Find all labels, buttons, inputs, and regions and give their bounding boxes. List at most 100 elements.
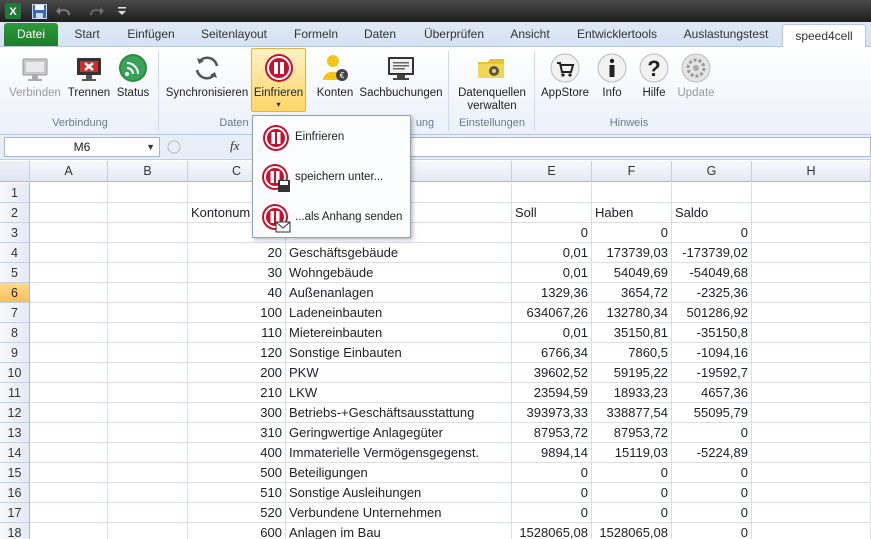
cell-c10[interactable]: 200	[188, 363, 286, 383]
name-box-dropdown-icon[interactable]: ▼	[146, 138, 155, 156]
cell-b2[interactable]	[108, 203, 188, 223]
tab-start[interactable]: Start	[64, 22, 110, 47]
cell-b3[interactable]	[108, 223, 188, 243]
cell-c8[interactable]: 110	[188, 323, 286, 343]
cell-h18[interactable]	[752, 523, 871, 539]
cell-a7[interactable]	[30, 303, 108, 323]
cell-e16[interactable]: 0	[512, 483, 592, 503]
cell-a1[interactable]	[30, 183, 108, 203]
cell-c18[interactable]: 600	[188, 523, 286, 539]
cell-d8[interactable]: Mietereinbauten	[286, 323, 512, 343]
cell-h11[interactable]	[752, 383, 871, 403]
cell-g5[interactable]: -54049,68	[672, 263, 752, 283]
row-header[interactable]: 16	[0, 483, 30, 503]
cell-e7[interactable]: 634067,26	[512, 303, 592, 323]
cell-g14[interactable]: -5224,89	[672, 443, 752, 463]
cell-c16[interactable]: 510	[188, 483, 286, 503]
cell-f11[interactable]: 18933,23	[592, 383, 672, 403]
cell-d7[interactable]: Ladeneinbauten	[286, 303, 512, 323]
cell-d6[interactable]: Außenanlagen	[286, 283, 512, 303]
column-header-f[interactable]: F	[592, 161, 672, 182]
cell-b4[interactable]	[108, 243, 188, 263]
cell-c14[interactable]: 400	[188, 443, 286, 463]
status-button[interactable]: Status	[114, 49, 152, 107]
cell-h10[interactable]	[752, 363, 871, 383]
accounts-button[interactable]: € Konten	[314, 49, 356, 107]
cell-f5[interactable]: 54049,69	[592, 263, 672, 283]
cell-g16[interactable]: 0	[672, 483, 752, 503]
cell-f10[interactable]: 59195,22	[592, 363, 672, 383]
cell-e1[interactable]	[512, 183, 592, 203]
row-header[interactable]: 8	[0, 323, 30, 343]
cell-h2[interactable]	[752, 203, 871, 223]
row-header[interactable]: 12	[0, 403, 30, 423]
column-header-a[interactable]: A	[30, 161, 108, 182]
cell-h13[interactable]	[752, 423, 871, 443]
cell-e10[interactable]: 39602,52	[512, 363, 592, 383]
tab-file[interactable]: Datei	[4, 23, 58, 46]
cell-c9[interactable]: 120	[188, 343, 286, 363]
cell-h5[interactable]	[752, 263, 871, 283]
cell-g7[interactable]: 501286,92	[672, 303, 752, 323]
row-header[interactable]: 9	[0, 343, 30, 363]
cell-b1[interactable]	[108, 183, 188, 203]
column-header-g[interactable]: G	[672, 161, 752, 182]
cell-h15[interactable]	[752, 463, 871, 483]
cell-g18[interactable]: 0	[672, 523, 752, 539]
row-header[interactable]: 4	[0, 243, 30, 263]
cell-d18[interactable]: Anlagen im Bau	[286, 523, 512, 539]
cell-h12[interactable]	[752, 403, 871, 423]
help-button[interactable]: ? Hilfe	[636, 49, 672, 107]
cell-f12[interactable]: 338877,54	[592, 403, 672, 423]
menu-item-freeze[interactable]: Einfrieren	[255, 118, 408, 156]
row-header[interactable]: 5	[0, 263, 30, 283]
cell-e14[interactable]: 9894,14	[512, 443, 592, 463]
cell-f13[interactable]: 87953,72	[592, 423, 672, 443]
cell-d10[interactable]: PKW	[286, 363, 512, 383]
row-header[interactable]: 11	[0, 383, 30, 403]
undo-icon[interactable]	[54, 2, 76, 20]
cell-h7[interactable]	[752, 303, 871, 323]
cell-c4[interactable]: 20	[188, 243, 286, 263]
cell-f1[interactable]	[592, 183, 672, 203]
cell-f3[interactable]: 0	[592, 223, 672, 243]
cell-g10[interactable]: -19592,7	[672, 363, 752, 383]
cell-b13[interactable]	[108, 423, 188, 443]
freeze-button[interactable]: Einfrieren ▾	[251, 48, 306, 112]
customize-toolbar-icon[interactable]	[114, 2, 130, 20]
cell-b7[interactable]	[108, 303, 188, 323]
tab-load-test[interactable]: Auslastungstest	[676, 22, 776, 47]
cell-a11[interactable]	[30, 383, 108, 403]
tab-page-layout[interactable]: Seitenlayout	[192, 22, 276, 47]
cell-f2[interactable]: Haben	[592, 203, 672, 223]
row-header[interactable]: 6	[0, 283, 30, 303]
row-header[interactable]: 17	[0, 503, 30, 523]
row-header[interactable]: 1	[0, 183, 30, 203]
cell-g4[interactable]: -173739,02	[672, 243, 752, 263]
cell-e9[interactable]: 6766,34	[512, 343, 592, 363]
cell-b18[interactable]	[108, 523, 188, 539]
tab-developer-tools[interactable]: Entwicklertools	[566, 22, 668, 47]
name-box[interactable]: M6 ▼	[4, 137, 160, 157]
tab-view[interactable]: Ansicht	[500, 22, 560, 47]
cell-b5[interactable]	[108, 263, 188, 283]
cell-f6[interactable]: 3654,72	[592, 283, 672, 303]
cell-f16[interactable]: 0	[592, 483, 672, 503]
cell-e3[interactable]: 0	[512, 223, 592, 243]
cell-h14[interactable]	[752, 443, 871, 463]
cell-c12[interactable]: 300	[188, 403, 286, 423]
cell-h1[interactable]	[752, 183, 871, 203]
cell-g13[interactable]: 0	[672, 423, 752, 443]
cell-f9[interactable]: 7860,5	[592, 343, 672, 363]
cell-b8[interactable]	[108, 323, 188, 343]
manage-datasources-button[interactable]: Datenquellen verwalten	[452, 49, 532, 112]
cell-a2[interactable]	[30, 203, 108, 223]
cell-h6[interactable]	[752, 283, 871, 303]
cell-g2[interactable]: Saldo	[672, 203, 752, 223]
cell-c5[interactable]: 30	[188, 263, 286, 283]
cell-g3[interactable]: 0	[672, 223, 752, 243]
cell-e15[interactable]: 0	[512, 463, 592, 483]
cell-g12[interactable]: 55095,79	[672, 403, 752, 423]
cell-b17[interactable]	[108, 503, 188, 523]
cell-e13[interactable]: 87953,72	[512, 423, 592, 443]
